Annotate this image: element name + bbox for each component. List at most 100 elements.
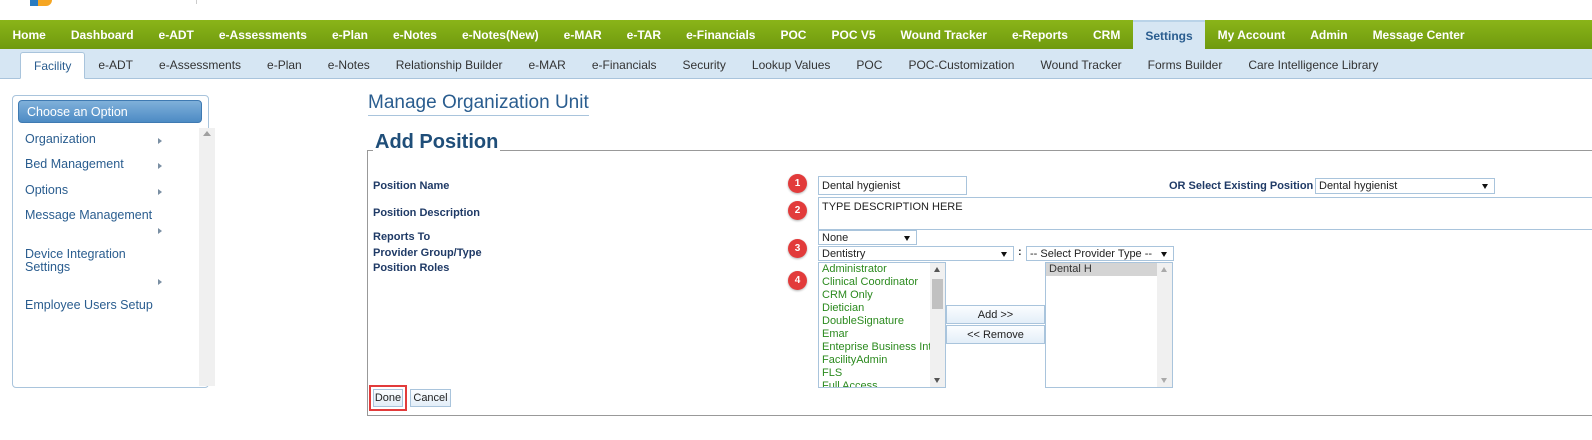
main-nav-poc[interactable]: POC: [768, 20, 819, 49]
main-nav-dashboard[interactable]: Dashboard: [58, 20, 146, 49]
chevron-down-icon: [904, 235, 910, 241]
provider-group-value: Dentistry: [822, 247, 866, 260]
logo-divider: [196, 0, 197, 4]
step-badge-3: 3: [788, 239, 807, 258]
scroll-thumb[interactable]: [932, 279, 943, 309]
tab-wound-tracker[interactable]: Wound Tracker: [1027, 52, 1134, 78]
main-nav-admin[interactable]: Admin: [1298, 20, 1360, 49]
sidebar-header: Choose an Option: [18, 100, 202, 123]
main-nav-wound-tracker[interactable]: Wound Tracker: [888, 20, 999, 49]
scroll-down-icon[interactable]: [1161, 378, 1167, 383]
add-role-button[interactable]: Add >>: [946, 305, 1045, 324]
scroll-up-icon[interactable]: [934, 267, 940, 272]
tab-facility[interactable]: Facility: [20, 52, 86, 79]
reports-to-select[interactable]: None: [818, 230, 917, 245]
tab-care-intelligence-library[interactable]: Care Intelligence Library: [1235, 52, 1391, 78]
main-nav-e-reports[interactable]: e-Reports: [999, 20, 1080, 49]
tab-e-plan[interactable]: e-Plan: [254, 52, 315, 78]
main-nav-e-mar[interactable]: e-MAR: [551, 20, 614, 49]
tab-e-assessments[interactable]: e-Assessments: [146, 52, 254, 78]
position-description-label: Position Description: [373, 207, 480, 219]
available-roles-list[interactable]: Administrator Clinical Coordinator CRM O…: [818, 262, 946, 388]
tab-lookup-values[interactable]: Lookup Values: [739, 52, 844, 78]
tab-e-adt[interactable]: e-ADT: [85, 52, 146, 78]
sidebar-item-device-integration-settings[interactable]: Device Integration Settings: [25, 248, 145, 274]
provider-group-select[interactable]: Dentistry: [818, 246, 1014, 261]
sub-nav: Facility e-ADT e-Assessments e-Plan e-No…: [0, 49, 1592, 79]
provider-type-select[interactable]: -- Select Provider Type --: [1026, 246, 1174, 261]
position-description-textarea[interactable]: TYPE DESCRIPTION HERE: [818, 197, 1592, 230]
list-item[interactable]: CRM Only: [819, 289, 945, 302]
reports-to-value: None: [822, 231, 849, 244]
position-roles-label: Position Roles: [373, 262, 450, 274]
done-button[interactable]: Done: [373, 389, 403, 407]
tab-e-notes[interactable]: e-Notes: [315, 52, 383, 78]
main-nav-e-financials[interactable]: e-Financials: [674, 20, 768, 49]
tab-poc-customization[interactable]: POC-Customization: [895, 52, 1027, 78]
provider-type-value: -- Select Provider Type --: [1030, 247, 1153, 260]
chevron-down-icon: [1161, 251, 1167, 257]
main-nav-my-account[interactable]: My Account: [1205, 20, 1298, 49]
chevron-right-icon: [158, 138, 162, 144]
logo-mark: [30, 0, 38, 6]
tab-security[interactable]: Security: [670, 52, 739, 78]
list-item[interactable]: Emar: [819, 328, 945, 341]
list-item[interactable]: Dental H: [1046, 263, 1157, 276]
sidebar-scrollbar[interactable]: [199, 128, 215, 386]
main-nav-settings[interactable]: Settings: [1132, 20, 1206, 49]
remove-role-button[interactable]: << Remove: [946, 325, 1045, 344]
main-nav-poc-v5[interactable]: POC V5: [819, 20, 888, 49]
main-nav-e-adt[interactable]: e-ADT: [146, 20, 206, 49]
selected-roles-list[interactable]: Dental H: [1045, 262, 1173, 388]
list-item[interactable]: Dietician: [819, 302, 945, 315]
position-name-label: Position Name: [373, 180, 450, 192]
sidebar-item-message-management[interactable]: Message Management: [25, 209, 152, 222]
scroll-up-icon[interactable]: [203, 131, 211, 136]
roles-scrollbar[interactable]: [930, 263, 945, 387]
list-item[interactable]: Enteprise Business Int: [819, 341, 945, 354]
main-nav-message-center[interactable]: Message Center: [1360, 20, 1477, 49]
main-nav-e-notes-new[interactable]: e-Notes(New): [449, 20, 551, 49]
chevron-right-icon: [158, 163, 162, 169]
main-nav-e-tar[interactable]: e-TAR: [614, 20, 673, 49]
main-nav-home[interactable]: Home: [0, 20, 58, 49]
sidebar: Choose an Option Organization Bed Manage…: [12, 95, 215, 388]
chevron-right-icon: [158, 279, 162, 285]
page-title: Manage Organization Unit: [368, 92, 589, 116]
scroll-down-icon[interactable]: [934, 378, 940, 383]
provider-group-label: Provider Group/Type: [373, 247, 482, 259]
tab-forms-builder[interactable]: Forms Builder: [1135, 52, 1236, 78]
selected-roles-scrollbar[interactable]: [1157, 263, 1172, 387]
add-position-legend: Add Position: [373, 131, 501, 154]
sidebar-item-organization[interactable]: Organization: [25, 133, 96, 146]
tab-relationship-builder[interactable]: Relationship Builder: [383, 52, 516, 78]
scroll-up-icon[interactable]: [1161, 267, 1167, 272]
top-strip: [0, 0, 1592, 20]
tab-e-mar[interactable]: e-MAR: [516, 52, 579, 78]
existing-position-label: OR Select Existing Position: [1169, 180, 1314, 192]
chevron-down-icon: [1482, 184, 1488, 189]
existing-position-value: Dental hygienist: [1319, 180, 1398, 192]
sidebar-item-employee-users-setup[interactable]: Employee Users Setup: [25, 299, 153, 312]
main-nav-crm[interactable]: CRM: [1080, 20, 1132, 49]
list-item[interactable]: FacilityAdmin: [819, 354, 945, 367]
list-item[interactable]: FLS: [819, 367, 945, 380]
list-item[interactable]: Full Access: [819, 380, 945, 387]
existing-position-select[interactable]: Dental hygienist: [1315, 178, 1495, 194]
provider-separator: :: [1018, 246, 1022, 258]
chevron-right-icon: [158, 189, 162, 195]
main-nav-e-assessments[interactable]: e-Assessments: [206, 20, 319, 49]
sidebar-item-options[interactable]: Options: [25, 184, 68, 197]
main-nav-e-notes[interactable]: e-Notes: [380, 20, 449, 49]
tab-poc[interactable]: POC: [843, 52, 895, 78]
list-item[interactable]: Administrator: [819, 263, 945, 276]
chevron-right-icon: [158, 228, 162, 234]
position-name-input[interactable]: Dental hygienist: [818, 176, 967, 195]
list-item[interactable]: Clinical Coordinator: [819, 276, 945, 289]
step-badge-2: 2: [788, 201, 807, 220]
cancel-button[interactable]: Cancel: [410, 389, 451, 407]
sidebar-item-bed-management[interactable]: Bed Management: [25, 158, 124, 171]
list-item[interactable]: DoubleSignature: [819, 315, 945, 328]
tab-e-financials[interactable]: e-Financials: [579, 52, 670, 78]
main-nav-e-plan[interactable]: e-Plan: [319, 20, 380, 49]
